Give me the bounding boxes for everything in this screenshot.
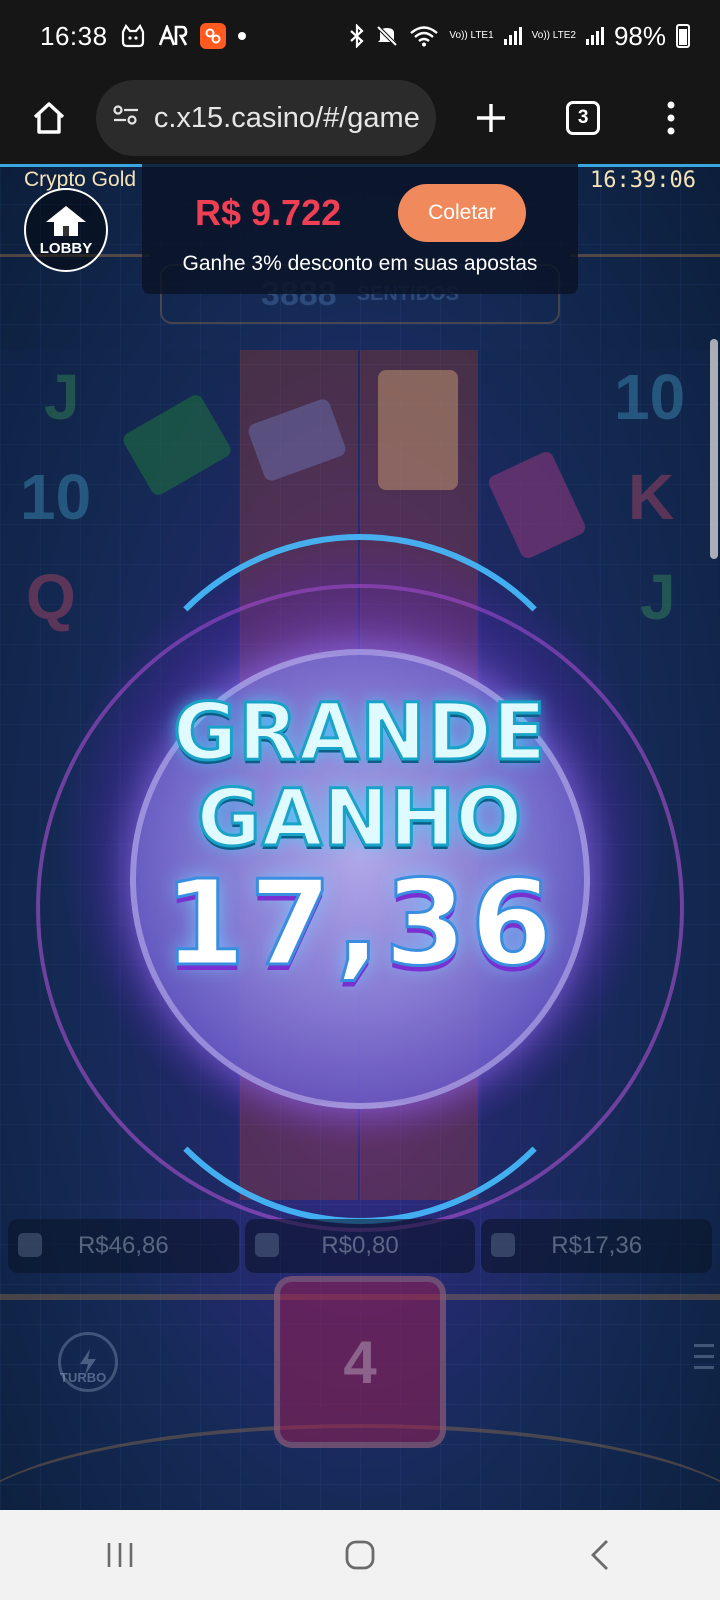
wifi-icon (409, 25, 439, 47)
battery-charging-icon (676, 24, 690, 48)
game-canvas[interactable]: 3888 SENTIDOS J 10 Q 10 K J Crypto Gold … (0, 164, 720, 1510)
network-2-label: Vo)) LTE2 (531, 30, 576, 41)
site-settings-icon[interactable] (112, 102, 140, 135)
game-clock: 16:39:06 (590, 168, 696, 193)
app-badge-icon (199, 23, 226, 49)
reel-symbol: Q (26, 561, 76, 633)
home-icon[interactable] (20, 88, 78, 148)
system-nav-bar (0, 1510, 720, 1600)
collect-button[interactable]: Coletar (398, 184, 526, 242)
network-1-label: Vo)) LTE1 (449, 30, 494, 41)
status-time: 16:38 (40, 20, 108, 51)
stats-row: R$46,86 R$0,80 R$17,36 (8, 1219, 713, 1273)
ornament-right (570, 254, 720, 334)
home-circle-icon[interactable] (315, 1520, 405, 1590)
status-bar: 16:38 Vo)) LTE1 Vo)) LTE2 98% (0, 0, 720, 72)
coins-icon (254, 1233, 279, 1257)
lobby-label: LOBBY (39, 239, 93, 257)
wallet-tile (120, 392, 234, 498)
address-bar[interactable]: c.x15.casino/#/game (95, 80, 437, 156)
cat-icon (120, 24, 146, 48)
balance-amount: R$ 9.722 (195, 192, 342, 233)
win-icon (491, 1233, 516, 1257)
stat-bet-value: R$0,80 (321, 1232, 399, 1259)
stat-bet[interactable]: R$0,80 (244, 1219, 476, 1273)
reel-symbol: K (628, 461, 675, 533)
stat-balance-value: R$46,86 (77, 1232, 169, 1259)
big-win-title-line2: GANHO (195, 773, 524, 866)
big-win-title-line1: GRANDE (172, 687, 548, 780)
ar-icon (158, 25, 188, 47)
tabs-count: 3 (566, 101, 601, 135)
signal-icon (585, 27, 604, 45)
reel-symbol: 10 (20, 461, 92, 533)
phone-tile (486, 449, 588, 561)
reel-symbol: J (640, 561, 676, 633)
lobby-button[interactable]: LOBBY (24, 188, 108, 272)
notification-dot-icon (237, 32, 246, 40)
reel-symbol: J (44, 361, 80, 433)
kebab-menu-icon[interactable] (642, 88, 700, 148)
laptop-tile (246, 397, 348, 483)
signal-icon (503, 27, 522, 45)
recent-apps-icon[interactable] (75, 1520, 165, 1590)
game-menu-icon[interactable] (694, 1344, 714, 1377)
wallet-icon (18, 1233, 42, 1257)
scrollbar-thumb[interactable] (710, 339, 718, 559)
back-icon[interactable] (555, 1520, 645, 1590)
house-icon (46, 205, 86, 236)
game-title: Crypto Gold (24, 168, 137, 191)
bluetooth-icon (349, 24, 365, 48)
stat-win-value: R$17,36 (551, 1232, 643, 1259)
miner-tile (378, 370, 458, 490)
promo-text: Ganhe 3% desconto em suas apostas (182, 252, 538, 275)
stat-balance: R$46,86 (8, 1219, 239, 1273)
plus-icon[interactable] (462, 88, 520, 148)
turbo-label: TURBO (60, 1370, 107, 1385)
tabs-icon[interactable]: 3 (554, 88, 612, 148)
url-text: c.x15.casino/#/game (153, 101, 420, 134)
spin-button[interactable]: 4 (274, 1276, 446, 1448)
big-win-amount: 17,36 (162, 853, 557, 994)
battery-percent: 98% (613, 20, 666, 51)
reel-symbol: 10 (614, 361, 686, 433)
mute-icon (375, 24, 399, 48)
stat-win: R$17,36 (481, 1219, 713, 1273)
browser-toolbar: c.x15.casino/#/game 3 (0, 72, 720, 164)
